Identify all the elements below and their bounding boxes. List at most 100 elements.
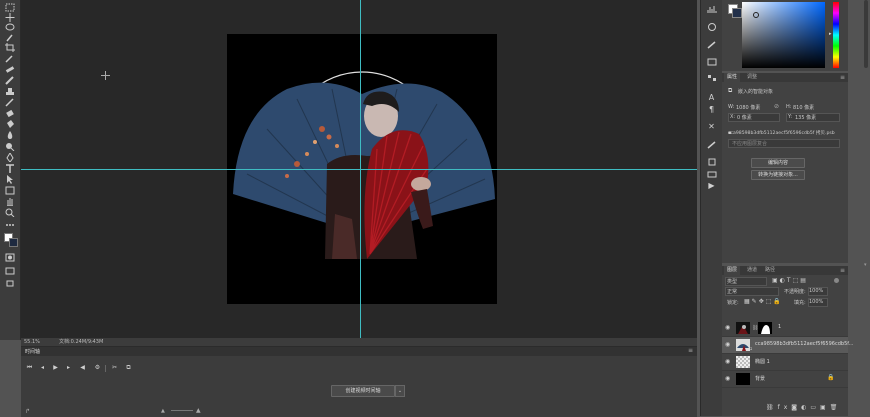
panel-menu-icon[interactable]: ≡ [688, 347, 693, 354]
new-group-icon[interactable]: ▭ [810, 404, 820, 411]
y-value[interactable]: 135 像素 [795, 114, 816, 121]
tab-adjustments[interactable]: 调整 [744, 73, 760, 82]
fill-value[interactable]: 100% [809, 299, 823, 305]
x-field[interactable] [728, 113, 780, 122]
swatches-icon[interactable] [706, 73, 717, 82]
hue-slider[interactable] [833, 2, 839, 68]
panel-menu-icon[interactable]: ≡ [840, 267, 845, 274]
layer-name[interactable]: cca98598b3dfb5112aecf5f6596cdb5f... [755, 341, 853, 347]
color-field[interactable] [742, 2, 825, 68]
lock-icon[interactable]: 🔒 [827, 374, 834, 381]
panel-menu-icon[interactable]: ≡ [840, 74, 845, 81]
color-picker-marker[interactable] [753, 12, 759, 18]
history-brush-tool-icon[interactable] [4, 98, 16, 107]
status-menu-arrow-icon[interactable]: › [91, 338, 93, 346]
info-icon[interactable] [706, 22, 717, 31]
x-value[interactable]: 0 像素 [737, 114, 752, 121]
scroll-down-arrow-icon[interactable]: ▾ [864, 262, 867, 268]
rectangle-tool-icon[interactable] [4, 186, 16, 195]
settings-gear-icon[interactable]: ⚙ [93, 364, 102, 372]
hue-slider-arrow-icon[interactable]: ▸ [829, 31, 832, 37]
frame-tool-icon[interactable] [4, 279, 16, 288]
clone-source-icon[interactable] [706, 157, 717, 166]
tool-presets-icon[interactable] [706, 169, 717, 178]
type-tool-icon[interactable] [4, 164, 16, 173]
quick-mask-icon[interactable] [4, 253, 16, 262]
add-mask-icon[interactable]: ◙ [791, 404, 801, 411]
brush-tool-icon[interactable] [4, 76, 16, 85]
tab-properties[interactable]: 属性 [724, 73, 741, 82]
width-value[interactable]: 1080 像素 [736, 104, 760, 111]
first-frame-icon[interactable]: ⏮ [25, 364, 34, 372]
layer-row[interactable]: ◉ 椭圆 1 [722, 354, 848, 371]
tab-timeline[interactable]: 时间轴 [25, 348, 40, 355]
previous-frame-icon[interactable]: ◂ [38, 364, 47, 372]
layer-style-icon[interactable]: fx [778, 404, 792, 411]
timeline-zoom-slider[interactable] [171, 410, 193, 411]
visibility-eye-icon[interactable]: ◉ [725, 325, 732, 331]
more-tools-icon[interactable] [4, 220, 16, 229]
audio-icon[interactable]: ◀ [78, 364, 87, 372]
filter-icons[interactable]: ▣◐T⬚▤ [772, 277, 808, 284]
layer-row[interactable]: ◉ ⛓ 1 [722, 320, 848, 337]
path-selection-tool-icon[interactable] [4, 175, 16, 184]
layer-name[interactable]: 背景 [755, 375, 765, 382]
layer-name[interactable]: 椭圆 1 [755, 358, 770, 365]
play-icon[interactable]: ▶ [51, 364, 60, 372]
visibility-eye-icon[interactable]: ◉ [725, 376, 732, 382]
layer-row[interactable]: ◉ 背景 🔒 [722, 371, 848, 388]
screen-mode-icon[interactable] [4, 266, 16, 275]
document-size[interactable]: 文档:0.24M/9.43M [59, 338, 103, 346]
crop-tool-icon[interactable] [4, 43, 16, 52]
create-timeline-dropdown-icon[interactable]: ⌄ [395, 385, 405, 397]
paint-bucket-tool-icon[interactable] [4, 120, 16, 129]
opacity-value[interactable]: 100% [809, 288, 823, 294]
layer-row-selected[interactable]: ◉ ▫ cca98598b3dfb5112aecf5f6596cdb5f... [722, 337, 853, 354]
transform-icon[interactable]: ✕ [706, 122, 717, 131]
new-layer-icon[interactable]: ▣ [820, 404, 830, 411]
zoom-large-icon[interactable]: ▲ [196, 407, 201, 414]
zoom-tool-icon[interactable] [4, 208, 16, 217]
lock-icons[interactable]: ▦✎✥⬚🔒 [744, 298, 783, 305]
paragraph-icon[interactable]: ¶ [706, 105, 717, 114]
visibility-eye-icon[interactable]: ◉ [725, 342, 732, 348]
brush-icon[interactable] [706, 140, 717, 149]
layer-mask-thumbnail[interactable] [758, 322, 772, 334]
layer-name[interactable]: 1 [778, 324, 781, 330]
link-layers-icon[interactable]: ⛓ [766, 404, 778, 411]
character-icon[interactable] [706, 57, 717, 66]
brush-presets-icon[interactable] [706, 40, 717, 49]
split-scissors-icon[interactable]: ✂ [110, 364, 119, 372]
tab-layers[interactable]: 图层 [724, 266, 741, 275]
hand-tool-icon[interactable] [4, 197, 16, 206]
zoom-small-icon[interactable]: ▲ [161, 408, 165, 414]
blur-tool-icon[interactable] [4, 131, 16, 140]
eyedropper-tool-icon[interactable] [4, 54, 16, 63]
right-scrollbar[interactable] [864, 0, 868, 68]
quick-select-tool-icon[interactable] [4, 33, 16, 42]
eraser-tool-icon[interactable] [4, 109, 16, 118]
text-icon[interactable]: A [706, 93, 717, 102]
clone-stamp-tool-icon[interactable] [4, 87, 16, 96]
move-tool-icon[interactable] [4, 13, 16, 22]
canvas-area[interactable] [21, 0, 697, 338]
render-video-icon[interactable]: ↱ [25, 408, 30, 415]
lasso-tool-icon[interactable] [4, 23, 16, 32]
edit-contents-button[interactable]: 编辑内容 [751, 158, 805, 168]
delete-layer-icon[interactable]: 🗑 [830, 404, 842, 411]
create-video-timeline-button[interactable]: 创建视频时间轴 [331, 385, 395, 397]
adjustment-layer-icon[interactable]: ◐ [801, 404, 810, 411]
zoom-level[interactable]: 55.1% [24, 338, 40, 346]
background-color-swatch[interactable] [9, 238, 18, 247]
tab-paths[interactable]: 路径 [762, 266, 778, 275]
dodge-tool-icon[interactable] [4, 142, 16, 151]
transition-icon[interactable]: ⧉ [124, 364, 133, 372]
color-background-swatch[interactable] [732, 8, 742, 18]
marquee-tool-icon[interactable] [4, 3, 16, 12]
height-value[interactable]: 810 像素 [793, 104, 814, 111]
actions-play-icon[interactable]: ▶ [706, 181, 717, 190]
tab-channels[interactable]: 通道 [744, 266, 760, 275]
healing-brush-tool-icon[interactable] [4, 65, 16, 74]
filter-toggle-icon[interactable] [834, 278, 839, 283]
visibility-eye-icon[interactable]: ◉ [725, 359, 732, 365]
